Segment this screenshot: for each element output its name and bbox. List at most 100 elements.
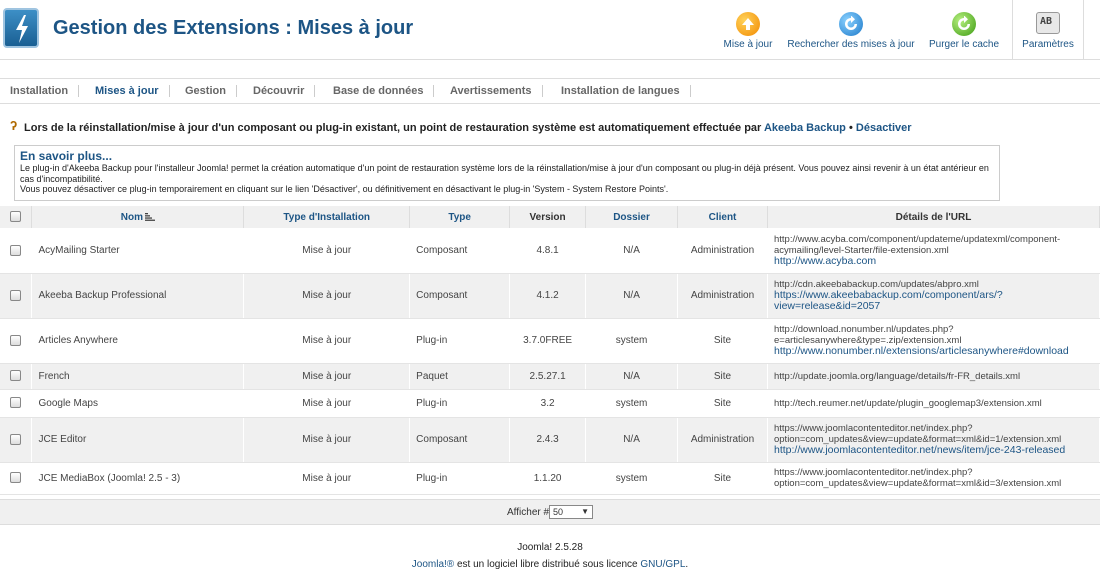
row-name: French xyxy=(31,363,245,390)
row-folder: N/A xyxy=(585,417,679,463)
select-all-checkbox[interactable] xyxy=(10,211,22,223)
list-footer: Afficher # 50 ▼ xyxy=(0,499,1100,525)
row-checkbox[interactable] xyxy=(10,472,22,484)
row-install-type: Mise à jour xyxy=(243,228,411,274)
notice-text: Lors de la réinstallation/mise à jour d'… xyxy=(24,122,762,134)
gpl-link[interactable]: GNU/GPL xyxy=(640,559,685,570)
row-checkbox[interactable] xyxy=(10,433,22,445)
tab-discover[interactable]: Découvrir xyxy=(243,85,316,97)
col-install-type[interactable]: Type d'Installation xyxy=(243,206,411,228)
license-notice: Joomla!® est un logiciel libre distribué… xyxy=(0,559,1100,570)
disable-link[interactable]: Désactiver xyxy=(856,122,912,134)
limit-value: 50 xyxy=(553,507,564,517)
tab-database[interactable]: Base de données xyxy=(323,85,435,97)
tab-warnings[interactable]: Avertissements xyxy=(440,85,543,97)
tab-installation[interactable]: Installation xyxy=(0,85,80,97)
row-type: Paquet xyxy=(409,363,511,390)
refresh-icon xyxy=(839,12,863,36)
row-url: http://update.joomla.org/language/detail… xyxy=(773,370,1021,382)
options-button-label: Paramètres xyxy=(1022,39,1074,50)
update-button[interactable]: Mise à jour xyxy=(720,0,776,60)
restore-point-notice: ʔ Lors de la réinstallation/mise à jour … xyxy=(10,118,1090,136)
row-url: https://www.joomlacontenteditor.net/inde… xyxy=(773,423,1062,445)
row-type: Plug-in xyxy=(409,389,511,418)
find-updates-button[interactable]: Rechercher des mises à jour xyxy=(786,0,916,60)
row-url-cell: http://www.acyba.com/component/updateme/… xyxy=(767,228,1100,274)
info-body: Le plug-in d'Akeeba Backup pour l'instal… xyxy=(20,163,995,195)
row-version: 3.7.0FREE xyxy=(509,318,587,364)
table-row: Google Maps Mise à jour Plug-in 3.2 syst… xyxy=(0,389,1100,418)
chevron-down-icon: ▼ xyxy=(581,507,589,516)
row-url: https://www.joomlacontenteditor.net/inde… xyxy=(773,467,1062,489)
row-url: http://download.nonumber.nl/updates.php?… xyxy=(773,324,962,346)
update-icon xyxy=(736,12,760,36)
tab-manage[interactable]: Gestion xyxy=(175,85,237,97)
row-select-cell xyxy=(0,363,33,390)
row-type: Plug-in xyxy=(409,318,511,364)
row-client: Site xyxy=(677,462,768,495)
col-name[interactable]: Nom xyxy=(31,206,245,228)
page-title: Gestion des Extensions : Mises à jour xyxy=(53,17,414,39)
row-name: JCE MediaBox (Joomla! 2.5 - 3) xyxy=(31,462,245,495)
row-version: 4.8.1 xyxy=(509,228,587,274)
tab-install-languages[interactable]: Installation de langues xyxy=(551,85,691,97)
license-text: est un logiciel libre distribué sous lic… xyxy=(454,559,641,570)
row-url-cell: http://update.joomla.org/language/detail… xyxy=(767,363,1100,390)
col-client[interactable]: Client xyxy=(677,206,768,228)
row-select-cell xyxy=(0,228,33,274)
row-version: 2.5.27.1 xyxy=(509,363,587,390)
row-details-link[interactable]: http://www.nonumber.nl/extensions/articl… xyxy=(774,345,1069,357)
select-all-cell xyxy=(0,206,33,228)
row-type: Composant xyxy=(409,417,511,463)
row-install-type: Mise à jour xyxy=(243,273,411,319)
wrench-icon: ʔ xyxy=(10,118,18,133)
row-url-cell: http://cdn.akeebabackup.com/updates/abpr… xyxy=(767,273,1100,319)
table-header-row: Nom Type d'Installation Type Version Dos… xyxy=(0,206,1100,228)
row-folder: N/A xyxy=(585,228,679,274)
row-url: http://www.acyba.com/component/updateme/… xyxy=(773,233,1061,256)
info-title[interactable]: En savoir plus... xyxy=(20,149,112,163)
row-client: Administration xyxy=(677,273,768,319)
row-folder: system xyxy=(585,389,679,418)
row-checkbox[interactable] xyxy=(10,370,22,382)
row-name: Articles Anywhere xyxy=(31,318,245,364)
row-checkbox[interactable] xyxy=(10,244,22,256)
header: Gestion des Extensions : Mises à jour Mi… xyxy=(0,0,1100,60)
row-select-cell xyxy=(0,273,33,319)
notice-separator: • xyxy=(848,122,853,134)
row-details-link[interactable]: https://www.akeebabackup.com/component/a… xyxy=(774,289,1003,312)
row-checkbox[interactable] xyxy=(10,289,22,301)
row-details-link[interactable]: http://www.joomlacontenteditor.net/news/… xyxy=(774,444,1065,456)
col-type[interactable]: Type xyxy=(409,206,511,228)
tab-updates[interactable]: Mises à jour xyxy=(85,85,170,97)
options-button[interactable]: AB Paramètres xyxy=(1012,0,1084,60)
info-body-line-1: Le plug-in d'Akeeba Backup pour l'instal… xyxy=(20,163,989,184)
purge-cache-button[interactable]: Purger le cache xyxy=(926,0,1002,60)
row-version: 1.1.20 xyxy=(509,462,587,495)
table-row: French Mise à jour Paquet 2.5.27.1 N/A S… xyxy=(0,363,1100,390)
row-folder: system xyxy=(585,462,679,495)
limit-select[interactable]: 50 ▼ xyxy=(549,505,593,519)
row-client: Site xyxy=(677,389,768,418)
row-client: Administration xyxy=(677,417,768,463)
row-folder: N/A xyxy=(585,273,679,319)
row-name: Akeeba Backup Professional xyxy=(31,273,245,319)
row-type: Composant xyxy=(409,273,511,319)
row-checkbox[interactable] xyxy=(10,397,22,409)
row-select-cell xyxy=(0,462,33,495)
row-name: Google Maps xyxy=(31,389,245,418)
row-client: Administration xyxy=(677,228,768,274)
row-type: Composant xyxy=(409,228,511,274)
row-url-cell: http://tech.reumer.net/update/plugin_goo… xyxy=(767,389,1100,418)
row-client: Site xyxy=(677,318,768,364)
row-name: AcyMailing Starter xyxy=(31,228,245,274)
row-checkbox[interactable] xyxy=(10,334,22,346)
updates-table: Nom Type d'Installation Type Version Dos… xyxy=(0,206,1100,495)
row-select-cell xyxy=(0,318,33,364)
row-details-link[interactable]: http://www.acyba.com xyxy=(774,255,876,267)
col-folder[interactable]: Dossier xyxy=(585,206,679,228)
joomla-link[interactable]: Joomla!® xyxy=(412,559,454,570)
table-row: AcyMailing Starter Mise à jour Composant… xyxy=(0,228,1100,274)
joomla-extensions-logo xyxy=(3,8,39,48)
akeeba-backup-link[interactable]: Akeeba Backup xyxy=(764,122,846,134)
